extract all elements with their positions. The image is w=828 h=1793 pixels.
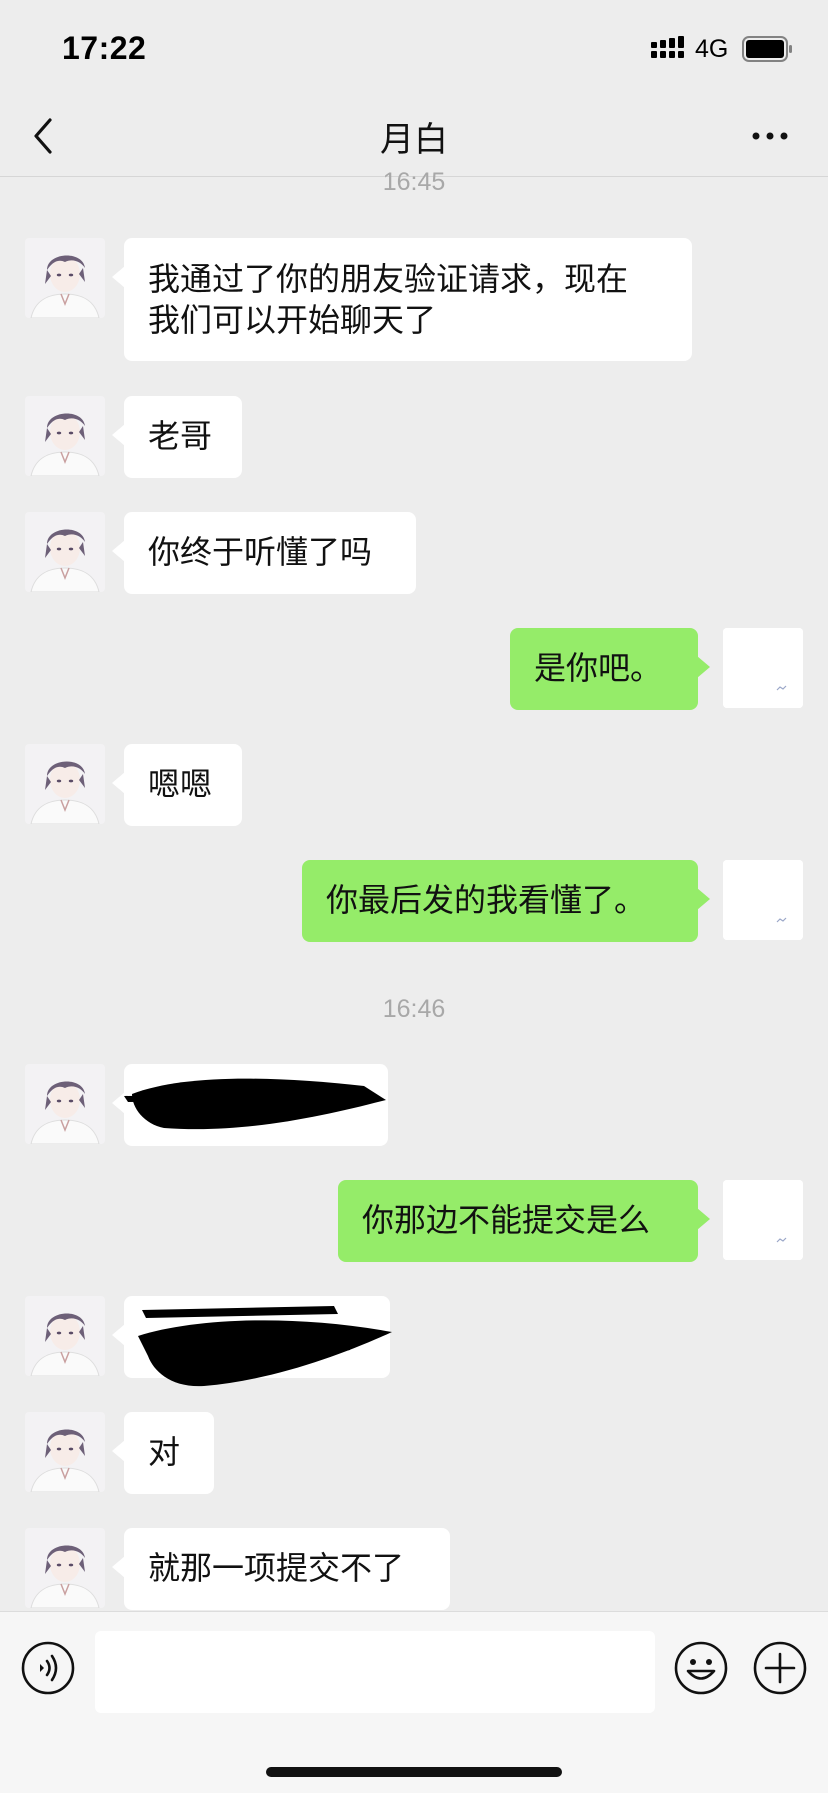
plus-circle-icon[interactable] xyxy=(752,1640,808,1696)
avatar-image xyxy=(25,1064,105,1144)
message-bubble-incoming[interactable]: 我通过了你的朋友验证请求，现在 我们可以开始聊天了 xyxy=(112,238,692,361)
contact-avatar[interactable] xyxy=(25,1412,105,1492)
emoji-icon[interactable] xyxy=(673,1640,729,1696)
avatar-image xyxy=(723,1180,803,1260)
contact-avatar[interactable] xyxy=(25,1064,105,1144)
self-avatar[interactable] xyxy=(723,1180,803,1260)
self-avatar[interactable] xyxy=(723,628,803,708)
status-bar: 17:22 4G xyxy=(0,0,828,96)
message-bubble-outgoing[interactable]: 是你吧。 xyxy=(510,628,710,710)
input-bar xyxy=(0,1611,828,1793)
contact-avatar[interactable] xyxy=(25,238,105,318)
more-dots-icon[interactable] xyxy=(750,124,790,148)
timestamp: 16:45 xyxy=(382,168,446,196)
redacted-message-bubble[interactable] xyxy=(112,1296,392,1387)
message-bubble-outgoing[interactable]: 你那边不能提交是么 xyxy=(338,1180,710,1262)
avatar-image xyxy=(25,1296,105,1376)
avatar-image xyxy=(25,1528,105,1608)
message-text: 我们可以开始聊天了 xyxy=(148,301,437,339)
avatar-image xyxy=(25,396,105,476)
contact-avatar[interactable] xyxy=(25,1296,105,1376)
battery-icon xyxy=(742,36,792,62)
message-input[interactable] xyxy=(95,1631,655,1713)
contact-avatar[interactable] xyxy=(25,744,105,824)
message-text: 你终于听懂了吗 xyxy=(148,533,373,571)
avatar-image xyxy=(25,1412,105,1492)
nav-bar: 月白 xyxy=(0,96,828,177)
message-bubble-incoming[interactable]: 老哥 xyxy=(112,396,242,478)
message-text: 嗯嗯 xyxy=(148,765,213,803)
message-text: 你最后发的我看懂了。 xyxy=(326,881,647,919)
message-text: 是你吧。 xyxy=(534,649,663,687)
message-bubble-incoming[interactable]: 你终于听懂了吗 xyxy=(112,512,416,594)
home-indicator xyxy=(266,1767,562,1777)
redaction-scribble xyxy=(138,1306,392,1387)
message-bubble-incoming[interactable]: 对 xyxy=(112,1412,214,1494)
status-time: 17:22 xyxy=(62,30,147,66)
avatar-image xyxy=(723,860,803,940)
timestamp: 16:46 xyxy=(382,995,446,1023)
chat-title: 月白 xyxy=(380,120,448,160)
avatar-image xyxy=(25,238,105,318)
avatar-image xyxy=(25,512,105,592)
message-text: 老哥 xyxy=(148,417,213,455)
message-bubble-outgoing[interactable]: 你最后发的我看懂了。 xyxy=(302,860,710,942)
message-text: 我通过了你的朋友验证请求，现在 xyxy=(148,260,629,298)
message-text: 你那边不能提交是么 xyxy=(362,1201,651,1239)
message-bubble-incoming[interactable]: 嗯嗯 xyxy=(112,744,242,826)
message-text: 就那一项提交不了 xyxy=(148,1549,405,1587)
voice-icon[interactable] xyxy=(20,1640,76,1696)
redacted-message-bubble[interactable] xyxy=(112,1064,388,1146)
contact-avatar[interactable] xyxy=(25,1528,105,1608)
message-text: 对 xyxy=(148,1433,181,1471)
redaction-scribble xyxy=(124,1078,386,1130)
self-avatar[interactable] xyxy=(723,860,803,940)
network-label: 4G xyxy=(695,35,729,63)
avatar-image xyxy=(25,744,105,824)
contact-avatar[interactable] xyxy=(25,396,105,476)
avatar-image xyxy=(723,628,803,708)
signal-bars-icon xyxy=(651,36,684,58)
message-bubble-incoming[interactable]: 就那一项提交不了 xyxy=(112,1528,450,1610)
contact-avatar[interactable] xyxy=(25,512,105,592)
